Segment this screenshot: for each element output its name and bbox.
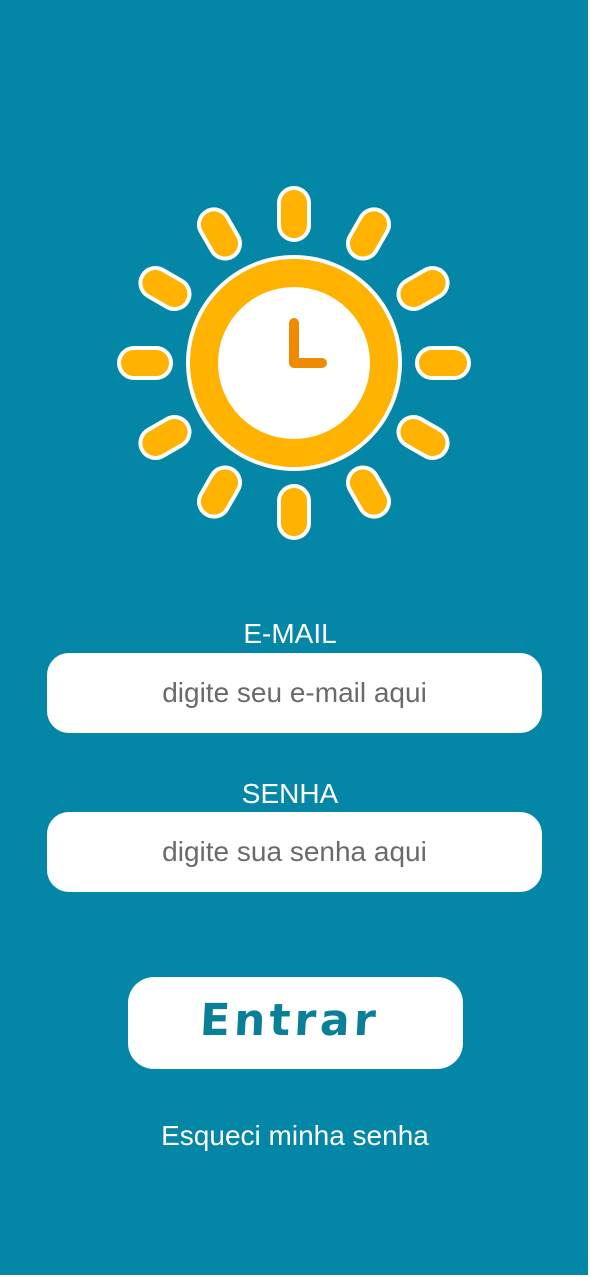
sun-ray-icon [197,465,242,519]
login-screen: E-MAIL SENHA Entrar Esqueci minha senha [0,0,588,1275]
sun-clock-icon [117,186,471,540]
sun-ray-icon [277,484,311,540]
login-button[interactable]: Entrar [128,977,463,1069]
email-input[interactable] [47,653,542,733]
forgot-password-link[interactable]: Esqueci minha senha [0,1118,588,1154]
sun-ray-icon [138,266,192,311]
sun-ray-icon [117,346,173,380]
sun-ray-icon [346,207,391,261]
sun-ray-icon [277,186,311,242]
sun-ray-icon [197,207,242,261]
sun-ray-icon [138,415,192,460]
password-input[interactable] [47,812,542,892]
sun-ray-icon [396,266,450,311]
email-label: E-MAIL [243,618,337,649]
sun-ray-icon [396,415,450,460]
sun-ray-icon [415,346,471,380]
login-button-label: Entrar [198,995,381,1046]
password-label: SENHA [241,778,339,809]
sun-ray-icon [346,465,391,519]
